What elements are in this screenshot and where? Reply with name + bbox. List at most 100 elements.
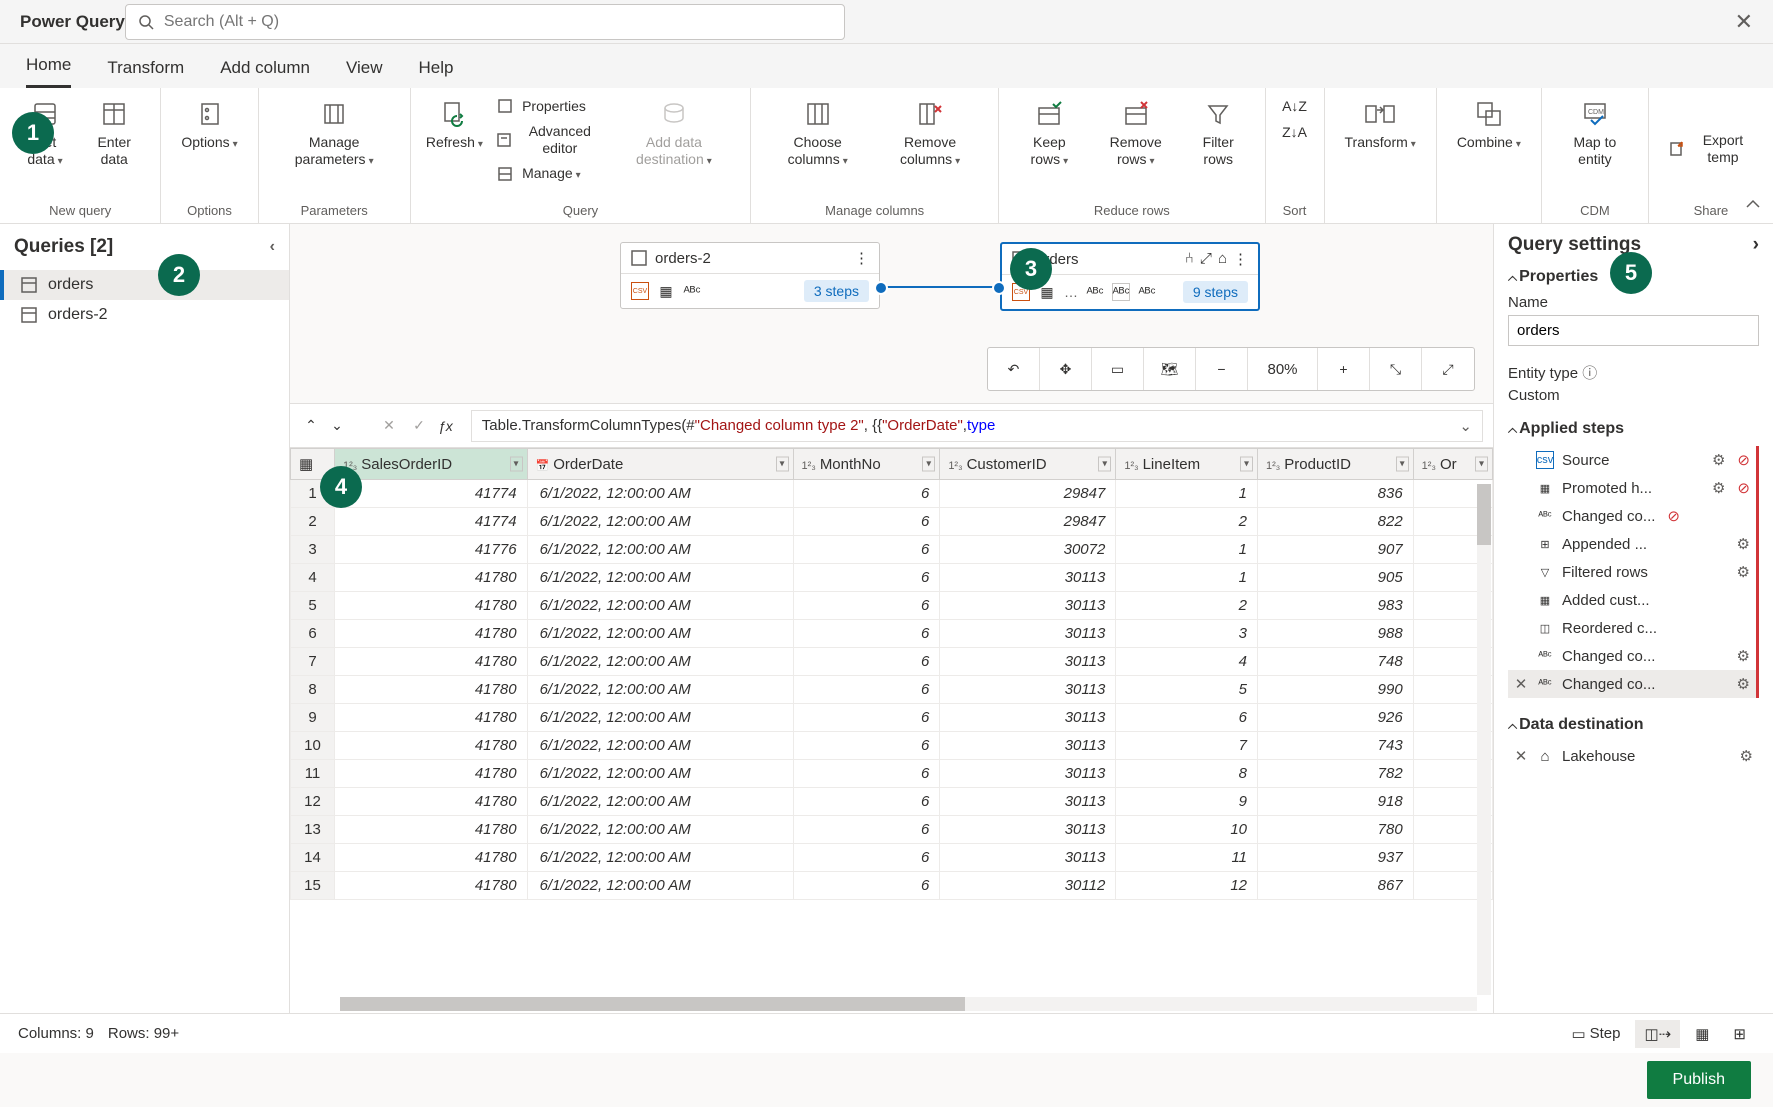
cell[interactable]: 30113 bbox=[940, 844, 1116, 872]
cell[interactable]: 6/1/2022, 12:00:00 AM bbox=[527, 676, 793, 704]
cell[interactable]: 9 bbox=[1116, 788, 1258, 816]
cell[interactable]: 30113 bbox=[940, 676, 1116, 704]
gear-icon[interactable]: ⚙ bbox=[1737, 647, 1750, 665]
cell[interactable]: 867 bbox=[1258, 872, 1414, 900]
remove-rows-button[interactable]: Remove rows bbox=[1092, 94, 1180, 203]
vertical-scrollbar[interactable] bbox=[1477, 484, 1491, 995]
tab-transform[interactable]: Transform bbox=[107, 58, 184, 88]
cell[interactable]: 41780 bbox=[335, 788, 528, 816]
cell[interactable]: 6/1/2022, 12:00:00 AM bbox=[527, 536, 793, 564]
column-filter-button[interactable]: ▾ bbox=[510, 457, 523, 472]
row-number[interactable]: 9 bbox=[291, 704, 335, 732]
step-fwd-button[interactable]: ⌄ bbox=[326, 415, 348, 437]
commit-formula-button[interactable]: ✓ bbox=[408, 415, 430, 437]
cell[interactable]: 6/1/2022, 12:00:00 AM bbox=[527, 648, 793, 676]
cell[interactable]: 907 bbox=[1258, 536, 1414, 564]
cell[interactable]: 30113 bbox=[940, 592, 1116, 620]
cell[interactable]: 6/1/2022, 12:00:00 AM bbox=[527, 872, 793, 900]
sort-asc-button[interactable]: A↓Z bbox=[1280, 94, 1310, 118]
cell[interactable]: 6 bbox=[793, 760, 940, 788]
zoom-in-button[interactable]: + bbox=[1318, 348, 1370, 390]
cell[interactable]: 990 bbox=[1258, 676, 1414, 704]
cell[interactable]: 926 bbox=[1258, 704, 1414, 732]
tab-view[interactable]: View bbox=[346, 58, 383, 88]
advanced-editor-button[interactable]: Advanced editor bbox=[490, 120, 606, 160]
column-filter-button[interactable]: ▾ bbox=[1396, 457, 1409, 472]
applied-step[interactable]: ▦Added cust... bbox=[1508, 586, 1756, 614]
cell[interactable]: 41780 bbox=[335, 844, 528, 872]
gear-icon[interactable]: ⚙ bbox=[1740, 747, 1753, 765]
applied-step[interactable]: ᴬᴮᶜChanged co...⊘ bbox=[1508, 502, 1756, 530]
cell[interactable]: 30113 bbox=[940, 564, 1116, 592]
table-row[interactable]: 1417746/1/2022, 12:00:00 AM6298471836 bbox=[291, 480, 1493, 508]
cell[interactable]: 780 bbox=[1258, 816, 1414, 844]
row-number[interactable]: 15 bbox=[291, 872, 335, 900]
filter-rows-button[interactable]: Filter rows bbox=[1186, 94, 1251, 203]
close-button[interactable]: ✕ bbox=[1727, 5, 1761, 39]
cell[interactable]: 11 bbox=[1116, 844, 1258, 872]
table-row[interactable]: 5417806/1/2022, 12:00:00 AM6301132983 bbox=[291, 592, 1493, 620]
cell[interactable]: 5 bbox=[1116, 676, 1258, 704]
cell[interactable]: 6 bbox=[1116, 704, 1258, 732]
cell[interactable]: 6/1/2022, 12:00:00 AM bbox=[527, 816, 793, 844]
diagram-view-button[interactable]: ◫⇢ bbox=[1635, 1020, 1680, 1048]
cell[interactable]: 30072 bbox=[940, 536, 1116, 564]
query-item-orders[interactable]: orders bbox=[0, 270, 289, 300]
cell[interactable]: 6 bbox=[793, 592, 940, 620]
row-number[interactable]: 8 bbox=[291, 676, 335, 704]
collapse-ribbon-button[interactable] bbox=[1745, 196, 1761, 215]
column-header-ProductID[interactable]: 1²₃ProductID▾ bbox=[1258, 449, 1414, 480]
cell[interactable]: 30113 bbox=[940, 788, 1116, 816]
cell[interactable]: 41776 bbox=[335, 536, 528, 564]
column-header-SalesOrderID[interactable]: 1²₃SalesOrderID▾ bbox=[335, 449, 528, 480]
choose-columns-button[interactable]: Choose columns bbox=[765, 94, 870, 203]
cell[interactable]: 822 bbox=[1258, 508, 1414, 536]
cell[interactable]: 3 bbox=[1116, 620, 1258, 648]
applied-step[interactable]: ▦Promoted h...⚙⊘ bbox=[1508, 474, 1756, 502]
horizontal-scrollbar[interactable] bbox=[340, 997, 1477, 1011]
cell[interactable]: 6 bbox=[793, 816, 940, 844]
minimap-button[interactable]: 🗺 bbox=[1144, 348, 1196, 390]
column-header-MonthNo[interactable]: 1²₃MonthNo▾ bbox=[793, 449, 940, 480]
more-icon[interactable]: ⋮ bbox=[1233, 250, 1248, 268]
row-number[interactable]: 10 bbox=[291, 732, 335, 760]
cell[interactable]: 6 bbox=[793, 480, 940, 508]
cell[interactable]: 6 bbox=[793, 648, 940, 676]
data-destination-section[interactable]: Data destination bbox=[1508, 716, 1759, 734]
cell[interactable]: 41780 bbox=[335, 592, 528, 620]
query-item-orders-2[interactable]: orders-2 bbox=[0, 300, 289, 330]
cell[interactable]: 6/1/2022, 12:00:00 AM bbox=[527, 564, 793, 592]
applied-step[interactable]: ◫Reordered c... bbox=[1508, 614, 1756, 642]
column-header-OrderDate[interactable]: 📅OrderDate▾ bbox=[527, 449, 793, 480]
cell[interactable]: 6 bbox=[793, 844, 940, 872]
row-number[interactable]: 7 bbox=[291, 648, 335, 676]
cell[interactable]: 30113 bbox=[940, 760, 1116, 788]
step-back-button[interactable]: ⌃ bbox=[300, 415, 322, 437]
cell[interactable]: 836 bbox=[1258, 480, 1414, 508]
applied-step[interactable]: ⊞Appended ...⚙ bbox=[1508, 530, 1756, 558]
cell[interactable]: 2 bbox=[1116, 508, 1258, 536]
cell[interactable]: 748 bbox=[1258, 648, 1414, 676]
cell[interactable]: 6 bbox=[793, 676, 940, 704]
cell[interactable]: 41774 bbox=[335, 508, 528, 536]
keep-rows-button[interactable]: Keep rows bbox=[1013, 94, 1085, 203]
cell[interactable]: 41780 bbox=[335, 872, 528, 900]
expand-diagram-button[interactable]: ⤢ bbox=[1422, 348, 1474, 390]
more-icon[interactable]: ⋮ bbox=[854, 249, 869, 267]
grid-view-button[interactable]: ▦ bbox=[1686, 1020, 1718, 1048]
cell[interactable]: 905 bbox=[1258, 564, 1414, 592]
gear-icon[interactable]: ⚙ bbox=[1712, 479, 1725, 497]
column-filter-button[interactable]: ▾ bbox=[776, 457, 789, 472]
delete-step-button[interactable]: ✕ bbox=[1514, 675, 1528, 693]
table-row[interactable]: 3417766/1/2022, 12:00:00 AM6300721907 bbox=[291, 536, 1493, 564]
row-number[interactable]: 12 bbox=[291, 788, 335, 816]
properties-button[interactable]: Properties bbox=[490, 94, 606, 118]
cell[interactable]: 6 bbox=[793, 564, 940, 592]
cell[interactable]: 41780 bbox=[335, 648, 528, 676]
row-number[interactable]: 13 bbox=[291, 816, 335, 844]
refresh-button[interactable]: Refresh bbox=[425, 94, 484, 203]
formula-input[interactable]: Table.TransformColumnTypes(#"Changed col… bbox=[471, 410, 1483, 442]
row-number[interactable]: 14 bbox=[291, 844, 335, 872]
table-row[interactable]: 4417806/1/2022, 12:00:00 AM6301131905 bbox=[291, 564, 1493, 592]
table-row[interactable]: 15417806/1/2022, 12:00:00 AM63011212867 bbox=[291, 872, 1493, 900]
